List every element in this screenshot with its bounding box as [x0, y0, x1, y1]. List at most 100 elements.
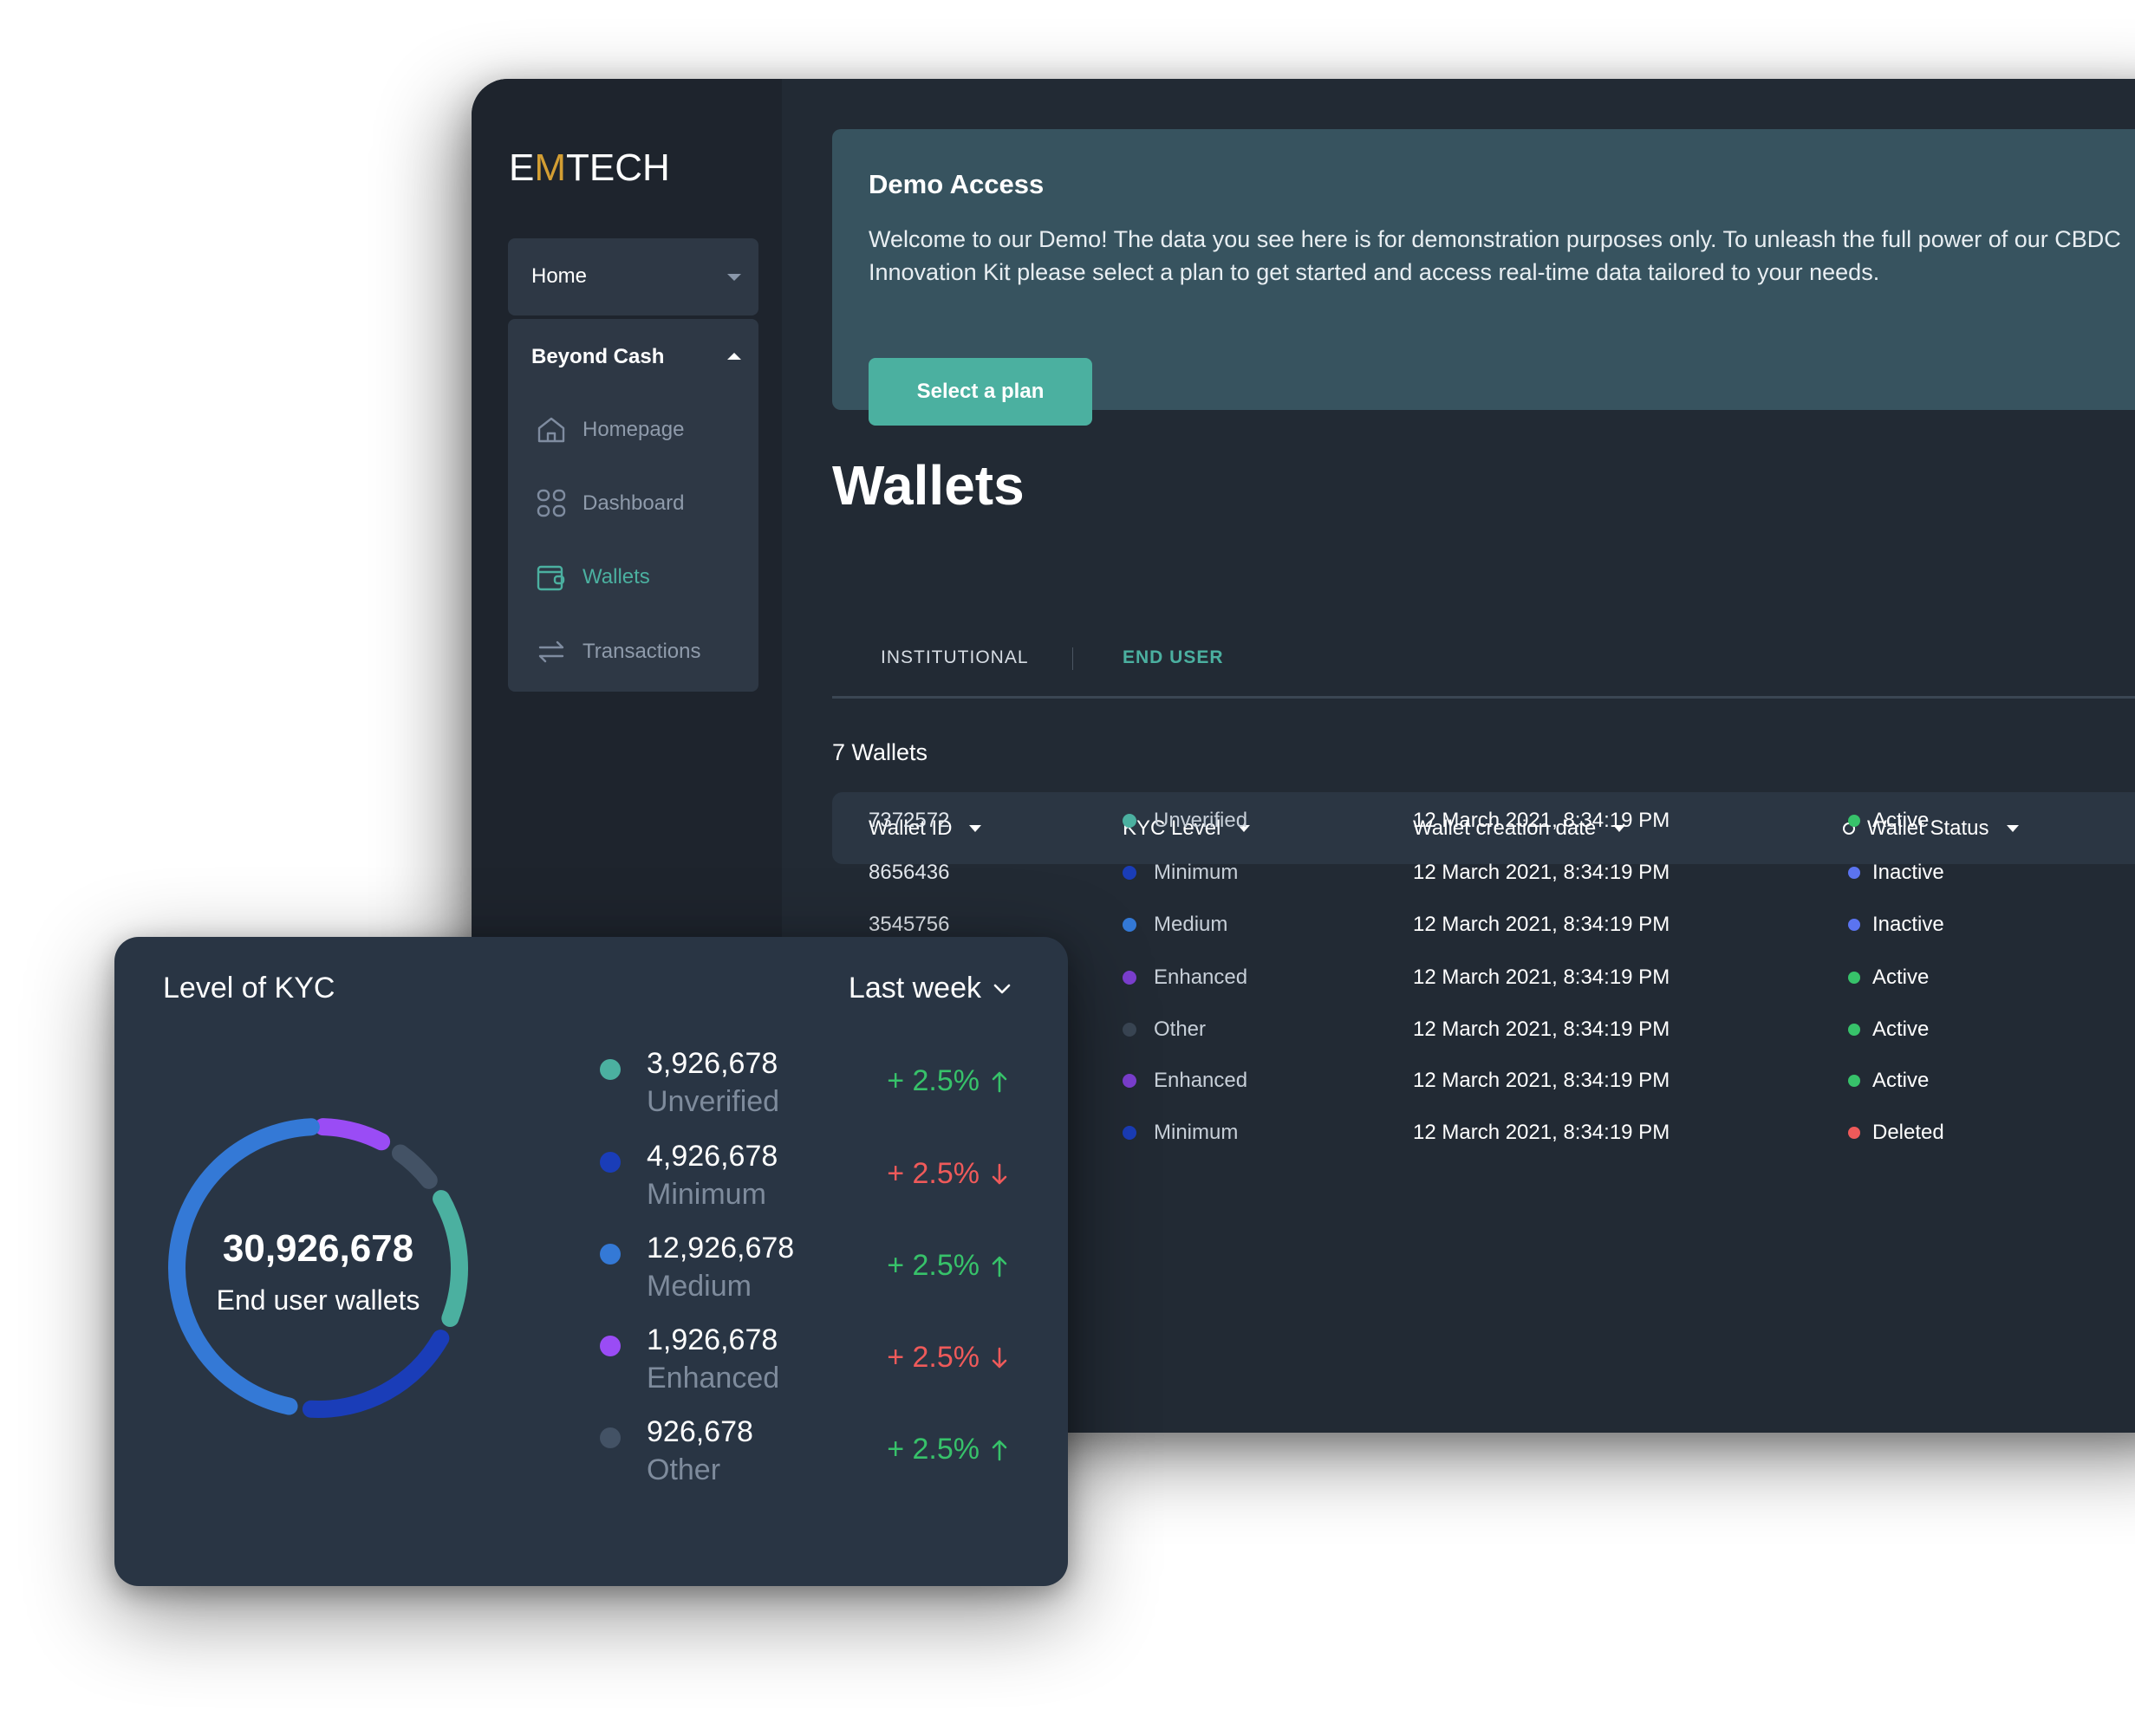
arrow-up-icon — [992, 1256, 1007, 1277]
legend-change: + 2.5% — [887, 1433, 1007, 1466]
status-label: Active — [1872, 809, 1930, 832]
transfer-icon — [538, 640, 564, 663]
wallet-status: Deleted — [1848, 1115, 1944, 1150]
legend-name: Other — [647, 1453, 721, 1486]
legend-value: 926,678 — [647, 1415, 753, 1448]
nav-beyond-cash-label[interactable]: Beyond Cash — [531, 345, 664, 369]
nav-home[interactable]: Home — [508, 238, 758, 315]
status-label: Active — [1872, 966, 1930, 989]
arrow-down-icon — [992, 1163, 1007, 1184]
wallet-id: 8656436 — [869, 861, 950, 884]
kyc-level-label: Enhanced — [1154, 966, 1248, 989]
status-dot-icon — [1848, 815, 1860, 827]
kyc-level: Enhanced — [1123, 1063, 1247, 1098]
sidebar-item-dashboard[interactable]: Dashboard — [536, 486, 684, 521]
sidebar-item-label: Wallets — [583, 565, 650, 588]
time-range-label: Last week — [848, 972, 981, 1005]
caret-up-icon[interactable] — [727, 353, 741, 360]
table-row[interactable]: 7372572 Unverified 12 March 2021, 8:34:19 … — [832, 803, 2135, 838]
demo-access-banner: Demo Access Welcome to our Demo! The dat… — [832, 129, 2135, 426]
creation-date: 12 March 2021, 8:34:19 PM — [1413, 809, 1670, 832]
kyc-dot-icon — [1123, 814, 1136, 828]
kyc-level-label: Medium — [1154, 913, 1228, 936]
kyc-level-card: Level of KYC Last week 30,926,678 End us… — [114, 937, 1068, 1586]
creation-date: 12 March 2021, 8:34:19 PM — [1413, 1069, 1670, 1092]
nav-beyond-cash: Beyond Cash Homepage Dashboard Wallets T… — [508, 319, 758, 692]
select-plan-button[interactable]: Select a plan — [869, 358, 1092, 426]
arrow-up-icon — [992, 1440, 1007, 1460]
time-range-dropdown[interactable]: Last week — [849, 972, 1011, 1005]
kyc-level-label: Other — [1154, 1018, 1207, 1041]
legend-value: 3,926,678 — [647, 1047, 778, 1080]
donut-label: End user wallets — [216, 1284, 420, 1316]
chevron-down-icon — [993, 984, 1011, 993]
creation-date: 12 March 2021, 8:34:19 PM — [1413, 1018, 1670, 1041]
status-dot-icon — [1848, 1127, 1860, 1139]
kyc-dot-icon — [1123, 866, 1136, 880]
change-value: + 2.5% — [887, 1341, 980, 1374]
sidebar-item-wallets[interactable]: Wallets — [536, 560, 650, 595]
status-dot-icon — [1848, 972, 1860, 984]
legend-value: 4,926,678 — [647, 1140, 778, 1173]
kyc-level-label: Enhanced — [1154, 1069, 1248, 1092]
table-row[interactable]: 8656436 Minimum 12 March 2021, 8:34:19 PM I… — [832, 855, 2135, 890]
status-label: Inactive — [1872, 861, 1944, 884]
kyc-level-label: Unverified — [1154, 809, 1248, 832]
kyc-level: Other — [1123, 1012, 1206, 1047]
emtech-logo[interactable]: EMTECH — [509, 146, 670, 190]
card-title: Level of KYC — [163, 972, 335, 1005]
legend-item: 926,678 Other + 2.5% — [600, 1415, 1007, 1502]
kyc-level-label: Minimum — [1154, 1121, 1239, 1144]
donut-slice-enhanced — [314, 1118, 391, 1151]
legend-dot-icon — [600, 1244, 621, 1265]
wallet-status: Active — [1848, 1063, 1929, 1098]
sidebar-item-homepage[interactable]: Homepage — [536, 413, 684, 447]
legend-value: 12,926,678 — [647, 1232, 795, 1265]
wallet-status: Active — [1848, 1012, 1929, 1047]
status-label: Active — [1872, 1069, 1930, 1092]
kyc-dot-icon — [1123, 1023, 1136, 1037]
kyc-level: Unverified — [1123, 803, 1247, 838]
logo-text-e: E — [509, 146, 535, 189]
wallet-count: 7 Wallets — [832, 739, 928, 765]
wallet-icon — [537, 565, 565, 591]
tab-institutional[interactable]: INSTITUTIONAL — [881, 647, 1029, 668]
legend-item: 3,926,678 Unverified + 2.5% — [600, 1047, 1007, 1134]
logo-text-m: M — [534, 146, 567, 189]
status-dot-icon — [1848, 1024, 1860, 1036]
kyc-dot-icon — [1123, 1126, 1136, 1140]
tab-end-user[interactable]: END USER — [1123, 647, 1224, 668]
legend-change: + 2.5% — [887, 1157, 1007, 1191]
status-label: Inactive — [1872, 913, 1944, 936]
kyc-level: Minimum — [1123, 1115, 1238, 1150]
change-value: + 2.5% — [887, 1249, 980, 1282]
creation-date: 12 March 2021, 8:34:19 PM — [1413, 966, 1670, 989]
kyc-level: Enhanced — [1123, 960, 1247, 995]
arrow-up-icon — [992, 1071, 1007, 1092]
page-title: Wallets — [832, 454, 1025, 517]
donut-slice-other — [391, 1144, 438, 1189]
kyc-dot-icon — [1123, 918, 1136, 932]
donut-total: 30,926,678 — [222, 1227, 414, 1270]
legend-dot-icon — [600, 1152, 621, 1173]
creation-date: 12 March 2021, 8:34:19 PM — [1413, 913, 1670, 936]
legend-item: 4,926,678 Minimum + 2.5% — [600, 1140, 1007, 1226]
legend-name: Enhanced — [647, 1362, 780, 1395]
kyc-level: Minimum — [1123, 855, 1238, 890]
legend-dot-icon — [600, 1059, 621, 1080]
status-dot-icon — [1848, 867, 1860, 879]
legend-change: + 2.5% — [887, 1341, 1007, 1375]
sidebar-item-transactions[interactable]: Transactions — [536, 634, 701, 669]
status-dot-icon — [1848, 1075, 1860, 1087]
legend-change: + 2.5% — [887, 1064, 1007, 1098]
home-icon — [537, 417, 565, 443]
logo-text-tech: TECH — [566, 146, 670, 189]
tab-divider — [1072, 647, 1073, 670]
nav-home-label: Home — [531, 264, 588, 288]
change-value: + 2.5% — [887, 1433, 980, 1466]
creation-date: 12 March 2021, 8:34:19 PM — [1413, 1121, 1670, 1144]
wallet-type-tabs: INSTITUTIONAL END USER — [832, 647, 2135, 699]
legend-name: Minimum — [647, 1178, 766, 1211]
sidebar-item-label: Homepage — [583, 418, 685, 441]
kyc-dot-icon — [1123, 1074, 1136, 1088]
